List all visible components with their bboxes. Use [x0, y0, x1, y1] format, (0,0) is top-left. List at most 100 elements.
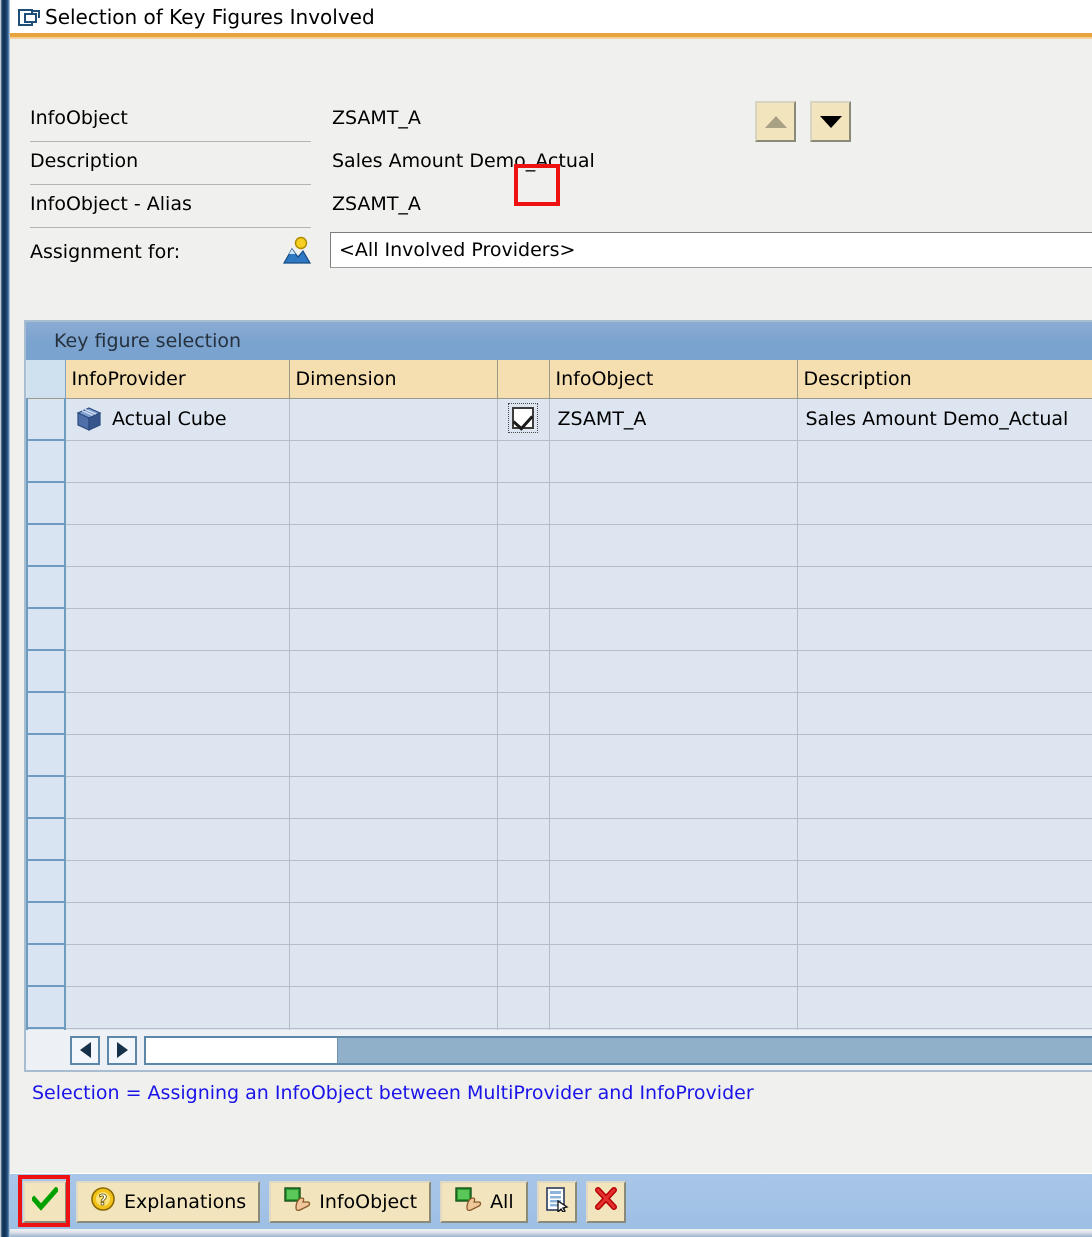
row-selector-cell[interactable] — [27, 482, 65, 524]
explanations-button[interactable]: ? Explanations — [76, 1181, 260, 1223]
cell-infoprovider[interactable] — [65, 818, 289, 860]
row-selector-cell[interactable] — [27, 944, 65, 986]
table-row[interactable] — [27, 944, 1092, 986]
scroll-left-button[interactable] — [70, 1036, 100, 1065]
scrollbar-track[interactable] — [144, 1036, 1092, 1065]
cell-infoobject[interactable] — [549, 524, 797, 566]
column-header-checkbox[interactable] — [497, 360, 549, 398]
cell-infoobject[interactable] — [549, 944, 797, 986]
cell-infoobject[interactable] — [549, 692, 797, 734]
cell-description[interactable] — [797, 440, 1092, 482]
cell-description[interactable] — [797, 986, 1092, 1028]
cell-checkbox[interactable] — [497, 608, 549, 650]
cell-description[interactable] — [797, 776, 1092, 818]
cell-checkbox[interactable] — [497, 482, 549, 524]
row-selector-cell[interactable] — [27, 860, 65, 902]
row-selector-cell[interactable] — [27, 566, 65, 608]
cell-checkbox[interactable] — [497, 524, 549, 566]
all-button[interactable]: All — [440, 1181, 528, 1223]
cell-checkbox[interactable] — [497, 986, 549, 1028]
row-selector-cell[interactable] — [27, 776, 65, 818]
cell-infoprovider[interactable] — [65, 566, 289, 608]
cell-infoprovider[interactable] — [65, 524, 289, 566]
cell-description[interactable] — [797, 608, 1092, 650]
cell-infoobject[interactable] — [549, 650, 797, 692]
table-row[interactable] — [27, 776, 1092, 818]
cell-description[interactable] — [797, 734, 1092, 776]
table-row[interactable] — [27, 608, 1092, 650]
cell-infoobject[interactable] — [549, 440, 797, 482]
cell-description[interactable] — [797, 902, 1092, 944]
row-selector-cell[interactable] — [27, 986, 65, 1028]
cell-checkbox[interactable] — [497, 566, 549, 608]
details-button[interactable] — [537, 1181, 577, 1223]
scrollbar-thumb[interactable] — [146, 1038, 338, 1063]
cell-infoobject[interactable] — [549, 482, 797, 524]
row-selector-cell[interactable] — [27, 608, 65, 650]
cell-dimension[interactable] — [289, 650, 497, 692]
table-row[interactable] — [27, 734, 1092, 776]
column-header-description[interactable]: Description — [797, 360, 1092, 398]
cell-dimension[interactable] — [289, 692, 497, 734]
cell-checkbox[interactable] — [497, 902, 549, 944]
scroll-right-button[interactable] — [107, 1036, 137, 1065]
cell-infoprovider[interactable] — [65, 608, 289, 650]
horizontal-scrollbar[interactable] — [26, 1030, 1092, 1070]
cell-infoobject[interactable] — [549, 818, 797, 860]
cell-infoprovider[interactable] — [65, 860, 289, 902]
cell-infoobject[interactable] — [549, 566, 797, 608]
cell-dimension[interactable] — [289, 818, 497, 860]
table-row[interactable] — [27, 482, 1092, 524]
scroll-down-button[interactable] — [810, 101, 851, 142]
table-row[interactable] — [27, 566, 1092, 608]
cell-infoobject[interactable] — [549, 734, 797, 776]
cell-infoprovider[interactable] — [65, 944, 289, 986]
cell-description[interactable] — [797, 944, 1092, 986]
cell-dimension[interactable] — [289, 734, 497, 776]
cell-infoprovider[interactable] — [65, 776, 289, 818]
column-header-selector[interactable] — [27, 360, 65, 398]
cancel-button[interactable] — [586, 1181, 626, 1223]
cell-checkbox[interactable] — [497, 818, 549, 860]
cell-description[interactable] — [797, 524, 1092, 566]
row-selector-cell[interactable] — [27, 734, 65, 776]
cell-dimension[interactable] — [289, 398, 497, 440]
row-selector-cell[interactable] — [27, 650, 65, 692]
table-row[interactable] — [27, 440, 1092, 482]
table-row[interactable] — [27, 692, 1092, 734]
row-checkbox[interactable] — [508, 403, 538, 433]
cell-infoprovider[interactable]: Actual Cube — [65, 398, 289, 440]
cell-description[interactable] — [797, 482, 1092, 524]
cell-infoobject[interactable] — [549, 608, 797, 650]
cell-infoprovider[interactable] — [65, 734, 289, 776]
cell-infoprovider[interactable] — [65, 692, 289, 734]
cell-infoprovider[interactable] — [65, 902, 289, 944]
cell-checkbox[interactable] — [497, 734, 549, 776]
table-row[interactable] — [27, 860, 1092, 902]
confirm-button[interactable] — [23, 1181, 67, 1223]
cell-checkbox[interactable] — [497, 440, 549, 482]
cell-dimension[interactable] — [289, 986, 497, 1028]
cell-dimension[interactable] — [289, 776, 497, 818]
cell-dimension[interactable] — [289, 860, 497, 902]
assignment-for-input[interactable]: <All Involved Providers> — [330, 232, 1092, 268]
row-selector-cell[interactable] — [27, 524, 65, 566]
cell-description[interactable]: Sales Amount Demo_Actual — [797, 398, 1092, 440]
table-row[interactable] — [27, 986, 1092, 1028]
cell-infoobject[interactable] — [549, 986, 797, 1028]
cell-description[interactable] — [797, 860, 1092, 902]
table-row[interactable] — [27, 902, 1092, 944]
row-selector-cell[interactable] — [27, 692, 65, 734]
cell-dimension[interactable] — [289, 944, 497, 986]
cell-infoprovider[interactable] — [65, 440, 289, 482]
cell-checkbox[interactable] — [497, 650, 549, 692]
cell-infoobject[interactable] — [549, 860, 797, 902]
row-selector-cell[interactable] — [27, 398, 65, 440]
cell-description[interactable] — [797, 818, 1092, 860]
cell-dimension[interactable] — [289, 440, 497, 482]
row-selector-cell[interactable] — [27, 818, 65, 860]
cell-description[interactable] — [797, 566, 1092, 608]
cell-dimension[interactable] — [289, 902, 497, 944]
cell-infoprovider[interactable] — [65, 986, 289, 1028]
column-header-infoobject[interactable]: InfoObject — [549, 360, 797, 398]
